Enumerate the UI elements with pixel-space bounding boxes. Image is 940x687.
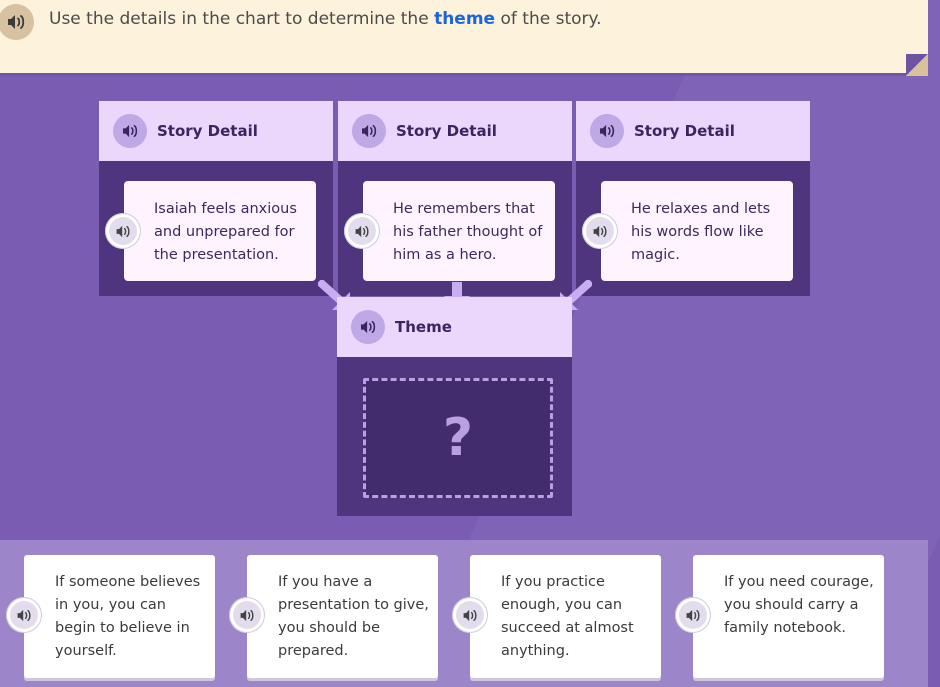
detail-speaker-button[interactable]	[344, 213, 380, 249]
detail-speaker-button[interactable]	[105, 213, 141, 249]
theme-speaker-button[interactable]	[351, 310, 385, 344]
story-detail-card: He relaxes and lets his words flow like …	[601, 181, 793, 281]
question-mark-placeholder: ?	[442, 408, 474, 468]
answer-choice-card[interactable]: If you practice enough, you can succeed …	[470, 555, 661, 678]
story-detail-column-1: Story Detail Isaiah feels anxious and un…	[99, 101, 333, 296]
story-detail-header: Story Detail	[99, 101, 333, 161]
banner-fold	[906, 54, 928, 76]
instruction-banner: Use the details in the chart to determin…	[0, 0, 928, 76]
instruction-speaker-button[interactable]	[0, 4, 34, 40]
story-detail-header: Story Detail	[576, 101, 810, 161]
speaker-icon	[123, 124, 138, 138]
speaker-icon	[17, 609, 31, 621]
theme-header: Theme	[337, 297, 572, 357]
instruction-text: Use the details in the chart to determin…	[49, 9, 602, 29]
speaker-icon	[686, 609, 700, 621]
speaker-icon	[463, 609, 477, 621]
instruction-after: of the story.	[495, 9, 602, 29]
story-detail-column-3: Story Detail He relaxes and lets his wor…	[576, 101, 810, 296]
instruction-before: Use the details in the chart to determin…	[49, 9, 435, 29]
speaker-icon	[355, 225, 369, 237]
detail-heading-speaker-button[interactable]	[590, 114, 624, 148]
theme-heading: Theme	[395, 318, 452, 336]
story-detail-heading: Story Detail	[396, 122, 497, 140]
story-detail-column-2: Story Detail He remembers that his fathe…	[338, 101, 572, 296]
answer-choice-card[interactable]: If you need courage, you should carry a …	[693, 555, 884, 678]
detail-heading-speaker-button[interactable]	[113, 114, 147, 148]
choice-speaker-button[interactable]	[452, 597, 488, 633]
speaker-icon	[240, 609, 254, 621]
choice-speaker-button[interactable]	[675, 597, 711, 633]
theme-keyword-link[interactable]: theme	[434, 9, 495, 29]
speaker-icon	[593, 225, 607, 237]
story-detail-card: He remembers that his father thought of …	[363, 181, 555, 281]
speaker-icon	[362, 124, 377, 138]
story-detail-header: Story Detail	[338, 101, 572, 161]
theme-box: Theme ?	[337, 297, 572, 516]
theme-drop-zone[interactable]: ?	[363, 378, 553, 498]
speaker-icon	[600, 124, 615, 138]
speaker-icon	[361, 320, 376, 334]
answer-choice-card[interactable]: If someone believes in you, you can begi…	[24, 555, 215, 678]
story-detail-card: Isaiah feels anxious and unprepared for …	[124, 181, 316, 281]
story-detail-heading: Story Detail	[157, 122, 258, 140]
speaker-icon	[116, 225, 130, 237]
choice-speaker-button[interactable]	[6, 597, 42, 633]
choice-speaker-button[interactable]	[229, 597, 265, 633]
detail-heading-speaker-button[interactable]	[352, 114, 386, 148]
detail-speaker-button[interactable]	[582, 213, 618, 249]
answer-choice-card[interactable]: If you have a presentation to give, you …	[247, 555, 438, 678]
story-detail-heading: Story Detail	[634, 122, 735, 140]
speaker-icon	[8, 15, 25, 29]
